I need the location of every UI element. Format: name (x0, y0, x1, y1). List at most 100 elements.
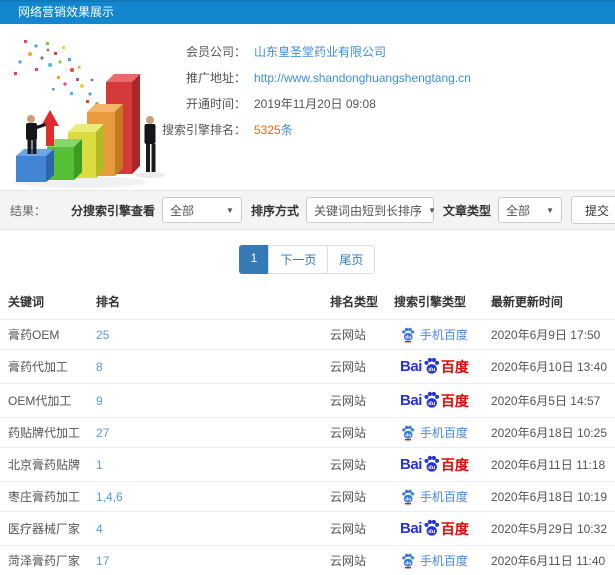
rank-type-text: 云网站 (330, 394, 366, 408)
updated-time-text: 2020年6月9日 17:50 (491, 328, 600, 342)
rank-type-text: 云网站 (330, 426, 366, 440)
baidu-paw-icon: du (423, 390, 440, 409)
engine-rank-count: 5325 (254, 117, 281, 143)
baidu-wordmark-cn: 百度 (441, 391, 469, 411)
engine-filter-select[interactable]: 全部 ▼ (162, 197, 242, 223)
engine-type-cell: Bai du 百度 (386, 482, 483, 512)
keyword-cell: 枣庄膏药加工 (0, 482, 88, 512)
col-header-engine-type: 搜索引擎类型 (386, 284, 483, 320)
table-row: 膏药代加工 8 云网站 Bai du 百度 (0, 350, 615, 384)
rank-cell: 25 (88, 320, 322, 350)
rank-cell: 1,4,6 (88, 482, 322, 512)
svg-text:du: du (405, 432, 411, 438)
engine-filter-value: 全部 (170, 202, 194, 219)
baidu-wordmark-bai: Bai (400, 392, 422, 409)
rank-type-cell: 云网站 (322, 482, 386, 512)
updated-time-text: 2020年6月18日 10:25 (491, 426, 607, 440)
bar-chart-illustration (0, 24, 160, 190)
col-header-rank: 排名 (88, 284, 322, 320)
rank-link[interactable]: 4 (96, 522, 103, 536)
col-header-rank-type: 排名类型 (322, 284, 386, 320)
info-row-company: 会员公司： 山东皇圣堂药业有限公司 (160, 39, 471, 65)
rank-type-cell: 云网站 (322, 546, 386, 575)
engine-type-cell: Bai du 百度 (386, 418, 483, 448)
updated-cell: 2020年5月29日 10:32 (483, 512, 615, 546)
last-page-button[interactable]: 尾页 (327, 245, 375, 274)
table-header-row: 关键词 排名 排名类型 搜索引擎类型 最新更新时间 (0, 284, 615, 320)
keyword-text: 枣庄膏药加工 (8, 490, 80, 504)
rank-link[interactable]: 1,4,6 (96, 490, 123, 504)
sort-filter-select[interactable]: 关键词由短到长排序 ▼ (306, 197, 434, 223)
table-row: 菏泽膏药厂家 17 云网站 Bai du 百度 (0, 546, 615, 575)
col-header-updated: 最新更新时间 (483, 284, 615, 320)
baidu-logo: Bai du 百度 (400, 356, 469, 377)
baidu-paw-icon: du (423, 454, 440, 473)
chevron-down-icon: ▼ (546, 206, 554, 215)
info-row-rank-count: 搜索引擎排名： 5325 条 (160, 117, 471, 143)
engine-filter-label: 分搜索引擎查看 (71, 202, 155, 219)
baidu-logo: Bai du 百度 (400, 518, 469, 539)
updated-cell: 2020年6月18日 10:19 (483, 482, 615, 512)
rank-type-cell: 云网站 (322, 350, 386, 384)
table-row: OEM代加工 9 云网站 Bai du 百度 (0, 384, 615, 418)
engine-type-cell: Bai du 百度 (386, 320, 483, 350)
updated-cell: 2020年6月9日 17:50 (483, 320, 615, 350)
updated-time-text: 2020年6月18日 10:19 (491, 490, 607, 504)
updated-time-text: 2020年6月11日 11:18 (491, 458, 605, 472)
submit-button[interactable]: 提交 (571, 196, 615, 224)
article-type-label: 文章类型 (443, 202, 491, 219)
rank-type-text: 云网站 (330, 522, 366, 536)
next-page-button[interactable]: 下一页 (268, 245, 328, 274)
rank-cell: 8 (88, 350, 322, 384)
svg-text:du: du (405, 334, 411, 340)
info-section: 会员公司： 山东皇圣堂药业有限公司 推广地址： http://www.shand… (0, 24, 615, 190)
rank-type-cell: 云网站 (322, 320, 386, 350)
updated-time-text: 2020年5月29日 10:32 (491, 522, 607, 536)
engine-type-cell: Bai du 百度 (386, 350, 483, 384)
rank-link[interactable]: 8 (96, 360, 103, 374)
svg-text:du: du (428, 465, 436, 471)
chevron-down-icon: ▼ (226, 206, 234, 215)
baidu-logo: Bai du 百度 (400, 390, 469, 411)
keyword-cell: 医疗器械厂家 (0, 512, 88, 546)
keyword-text: OEM代加工 (8, 394, 71, 408)
businessman-left (26, 115, 46, 154)
filter-bar: 结果： 分搜索引擎查看 全部 ▼ 排序方式 关键词由短到长排序 ▼ 文章类型 全… (0, 190, 615, 230)
svg-text:du: du (405, 560, 411, 566)
svg-text:du: du (428, 401, 436, 407)
rank-link[interactable]: 17 (96, 554, 109, 568)
rank-type-cell: 云网站 (322, 448, 386, 482)
rank-link[interactable]: 1 (96, 458, 103, 472)
keyword-cell: 膏药代加工 (0, 350, 88, 384)
engine-rank-unit: 条 (281, 117, 293, 143)
rank-type-text: 云网站 (330, 328, 366, 342)
sort-filter-label: 排序方式 (251, 202, 299, 219)
pagination: 1 下一页 尾页 (0, 245, 615, 274)
rank-cell: 1 (88, 448, 322, 482)
rank-link[interactable]: 25 (96, 328, 109, 342)
svg-text:du: du (428, 529, 436, 535)
keyword-text: 膏药代加工 (8, 360, 68, 374)
mobile-baidu-label: 手机百度 (420, 552, 468, 569)
updated-cell: 2020年6月10日 13:40 (483, 350, 615, 384)
updated-time-text: 2020年6月5日 14:57 (491, 394, 600, 408)
mobile-baidu-paw-icon: du (401, 488, 415, 505)
article-type-value: 全部 (506, 202, 530, 219)
rank-cell: 4 (88, 512, 322, 546)
baidu-wordmark-cn: 百度 (441, 455, 469, 475)
promo-url-link[interactable]: http://www.shandonghuangshengtang.cn (254, 65, 471, 91)
keyword-cell: OEM代加工 (0, 384, 88, 418)
table-row: 枣庄膏药加工 1,4,6 云网站 Bai du 百度 (0, 482, 615, 512)
rank-link[interactable]: 27 (96, 426, 109, 440)
baidu-wordmark-cn: 百度 (441, 519, 469, 539)
article-type-select[interactable]: 全部 ▼ (498, 197, 562, 223)
updated-cell: 2020年6月11日 11:40 (483, 546, 615, 575)
updated-time-text: 2020年6月11日 11:40 (491, 554, 605, 568)
rank-link[interactable]: 9 (96, 394, 103, 408)
rank-type-text: 云网站 (330, 490, 366, 504)
info-row-opened: 开通时间： 2019年11月20日 09:08 (160, 91, 471, 117)
baidu-wordmark-bai: Bai (400, 358, 422, 375)
page-1-button[interactable]: 1 (239, 245, 270, 274)
company-link[interactable]: 山东皇圣堂药业有限公司 (254, 39, 386, 65)
keyword-text: 医疗器械厂家 (8, 522, 80, 536)
